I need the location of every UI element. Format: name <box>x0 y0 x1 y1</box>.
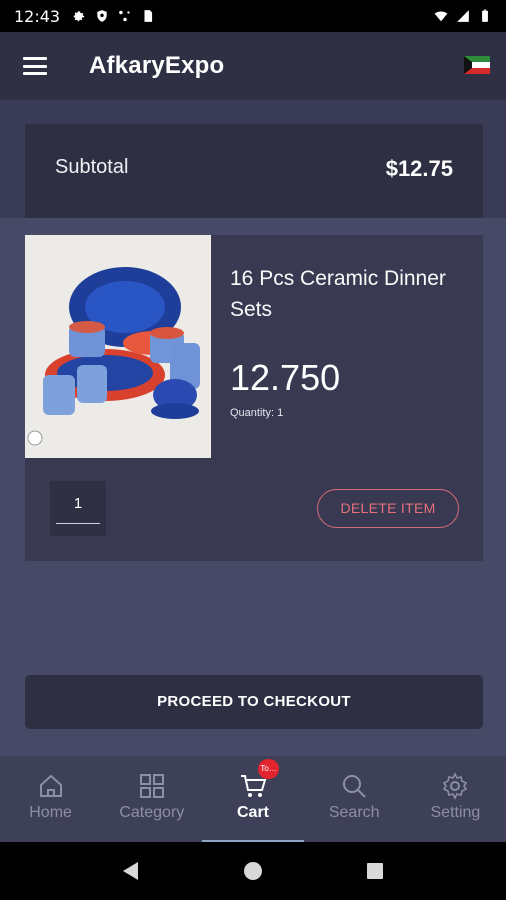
grid-icon <box>139 774 164 798</box>
nav-item-search[interactable]: Search <box>304 756 405 842</box>
quantity-label: Quantity: 1 <box>230 407 284 419</box>
app-title: AfkaryExpo <box>89 52 225 79</box>
sim-icon <box>144 10 153 22</box>
app-bar: AfkaryExpo <box>0 32 506 100</box>
subtotal-card: Subtotal $12.75 <box>25 124 483 218</box>
cart-item-card: 16 Pcs Ceramic Dinner Sets 12.750 Quanti… <box>25 235 483 561</box>
settings-icon <box>443 772 468 800</box>
product-name[interactable]: 16 Pcs Ceramic Dinner Sets <box>230 263 470 325</box>
nav-label-setting: Setting <box>430 804 481 821</box>
product-image[interactable] <box>25 235 211 458</box>
nav-item-cart[interactable]: To… Cart <box>202 756 304 842</box>
subtotal-label: Subtotal <box>55 156 129 178</box>
kuwait-flag-icon[interactable] <box>464 56 490 74</box>
battery-icon <box>482 9 488 22</box>
nav-item-home[interactable]: Home <box>0 756 101 842</box>
product-price: 12.750 <box>230 357 341 398</box>
nav-item-category[interactable]: Category <box>101 756 202 842</box>
subtotal-value: $12.75 <box>385 156 453 181</box>
nav-label-cart: Cart <box>237 804 270 821</box>
home-icon <box>39 774 62 797</box>
shield-icon <box>97 10 107 22</box>
menu-icon[interactable] <box>23 57 47 75</box>
back-icon[interactable] <box>120 860 142 882</box>
quantity-input[interactable]: 1 <box>50 481 106 536</box>
signal-icon <box>457 10 469 22</box>
nav-label-category: Category <box>119 804 185 821</box>
cart-badge: To… <box>258 759 279 779</box>
recents-icon[interactable] <box>364 860 386 882</box>
status-time: 12:43 <box>14 6 61 26</box>
dinner-set-illustration <box>25 235 211 458</box>
status-bar: 12:43 <box>0 0 506 32</box>
nav-label-search: Search <box>328 804 380 821</box>
wifi-icon <box>434 11 448 22</box>
quantity-value: 1 <box>73 495 83 512</box>
bottom-nav: Home Category To… Cart Search Setting <box>0 756 506 842</box>
system-nav-bar <box>0 842 506 900</box>
nav-item-setting[interactable]: Setting <box>405 756 506 842</box>
gear-icon <box>73 11 85 22</box>
home-button-icon[interactable] <box>242 860 264 882</box>
nav-label-home: Home <box>29 804 72 821</box>
network-icon <box>119 10 130 22</box>
delete-item-button[interactable]: DELETE ITEM <box>317 489 459 528</box>
search-icon <box>343 775 366 798</box>
proceed-to-checkout-button[interactable]: PROCEED TO CHECKOUT <box>25 675 483 729</box>
